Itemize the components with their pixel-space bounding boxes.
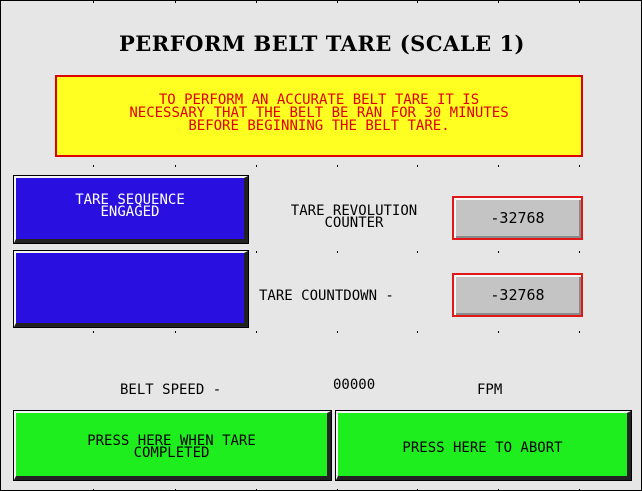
- grid-dot: [337, 331, 338, 333]
- grid-dot: [256, 251, 257, 253]
- grid-dot: [579, 251, 580, 253]
- revolution-counter-value: -32768: [452, 196, 583, 240]
- tare-completed-label-line2: COMPLETED: [133, 445, 210, 461]
- grid-dot: [417, 165, 418, 167]
- grid-dot: [337, 165, 338, 167]
- grid-dot: [256, 331, 257, 333]
- grid-dot: [337, 251, 338, 253]
- tare-completed-button[interactable]: PRESS HERE WHEN TARE COMPLETED: [13, 410, 332, 481]
- grid-dot: [256, 1, 257, 3]
- grid-dot: [498, 165, 499, 167]
- page-title: PERFORM BELT TARE (SCALE 1): [119, 31, 525, 56]
- countdown-label: TARE COUNTDOWN -: [259, 288, 394, 304]
- grid-dot: [175, 331, 176, 333]
- grid-dot: [498, 331, 499, 333]
- hmi-screen: PERFORM BELT TARE (SCALE 1) TO PERFORM A…: [0, 0, 642, 491]
- grid-dot: [498, 251, 499, 253]
- belt-speed-unit: FPM: [477, 382, 503, 398]
- grid-dot: [93, 331, 94, 333]
- revolution-counter-label: TARE REVOLUTION COUNTER: [263, 204, 445, 230]
- blank-blue-button[interactable]: [13, 250, 249, 328]
- tare-sequence-label-line2: ENGAGED: [100, 204, 160, 220]
- grid-dot: [417, 1, 418, 3]
- warning-banner: TO PERFORM AN ACCURATE BELT TARE IT IS N…: [55, 75, 583, 157]
- grid-dot: [175, 165, 176, 167]
- belt-speed-value: 00000: [333, 377, 376, 393]
- grid-dot: [337, 1, 338, 3]
- grid-dot: [579, 165, 580, 167]
- grid-dot: [93, 1, 94, 3]
- belt-speed-label: BELT SPEED -: [120, 382, 222, 398]
- tare-sequence-button[interactable]: TARE SEQUENCE ENGAGED: [13, 175, 249, 244]
- warning-line: BEFORE BEGINNING THE BELT TARE.: [188, 118, 450, 134]
- grid-dot: [175, 1, 176, 3]
- countdown-value: -32768: [452, 273, 583, 317]
- grid-dot: [93, 165, 94, 167]
- abort-button[interactable]: PRESS HERE TO ABORT: [335, 410, 632, 481]
- abort-label: PRESS HERE TO ABORT: [402, 440, 563, 456]
- grid-dot: [417, 251, 418, 253]
- grid-dot: [579, 1, 580, 3]
- grid-dot: [498, 1, 499, 3]
- grid-dot: [256, 165, 257, 167]
- grid-dot: [417, 331, 418, 333]
- grid-dot: [579, 331, 580, 333]
